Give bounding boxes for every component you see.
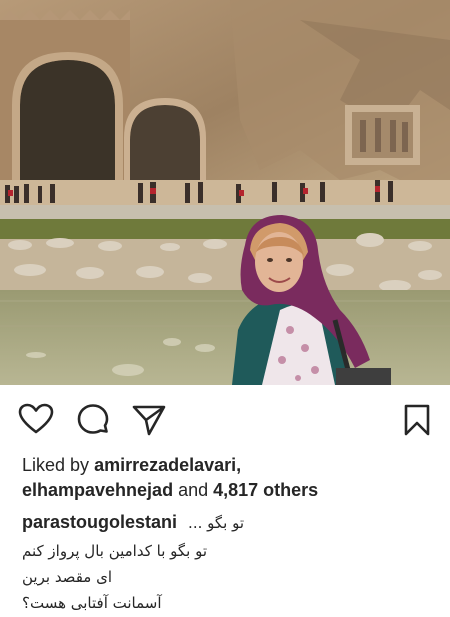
liked-by-user-link[interactable]: amirrezadelavari,: [94, 455, 241, 475]
caption-line: ای مقصد برین: [22, 568, 112, 586]
bookmark-icon[interactable]: [404, 404, 430, 436]
caption-body: تو بگو با کدامین بال پرواز کنم ای مقصد ب…: [22, 538, 207, 616]
caption-line: تو بگو با کدامین بال پرواز کنم: [22, 542, 208, 560]
share-icon[interactable]: [132, 404, 166, 436]
likes-summary: Liked by amirrezadelavari, elhampavehnej…: [22, 453, 432, 503]
caption-line: آسمانت آفتابی هست؟: [22, 594, 162, 612]
liked-by-label: Liked by: [22, 455, 90, 475]
and-label: and: [178, 480, 209, 500]
likes-count-link[interactable]: 4,817 others: [213, 480, 318, 500]
post-action-bar: [0, 385, 450, 453]
caption-header: parastougolestani تو بگو ...: [22, 509, 244, 536]
post-photo-illustration: [0, 0, 450, 385]
comment-icon[interactable]: [76, 403, 110, 437]
caption-text: تو بگو ...: [188, 514, 245, 532]
post-photo[interactable]: [0, 0, 450, 385]
liked-by-user-link[interactable]: elhampavehnejad: [22, 480, 173, 500]
heart-icon[interactable]: [18, 403, 54, 435]
caption-username-link[interactable]: parastougolestani: [22, 512, 177, 532]
